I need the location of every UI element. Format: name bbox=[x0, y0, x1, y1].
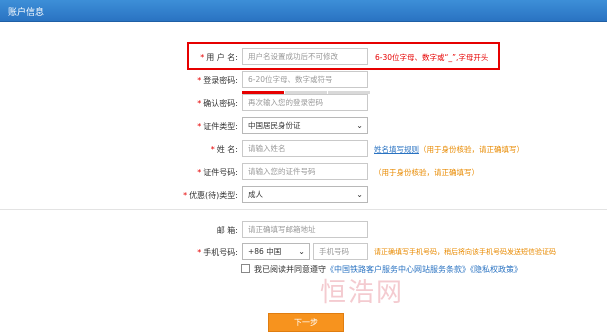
section-title: 账户信息 bbox=[8, 8, 45, 18]
phone-input[interactable]: 手机号码 bbox=[313, 243, 368, 260]
phone-label: * 手机号码: bbox=[197, 248, 238, 257]
name-input[interactable]: 请输入姓名 bbox=[242, 140, 368, 157]
privacy-link[interactable]: 《隐私权政策》 bbox=[470, 265, 522, 274]
email-input[interactable]: 请正确填写邮箱地址 bbox=[242, 221, 368, 238]
country-code-select[interactable]: +86 中国 ⌄ bbox=[242, 243, 310, 260]
password-label: * 登录密码: bbox=[197, 76, 238, 85]
chevron-down-icon: ⌄ bbox=[298, 247, 305, 256]
confirm-password-input[interactable]: 再次输入您的登录密码 bbox=[242, 94, 368, 111]
watermark-logo: 恒浩网 bbox=[320, 278, 405, 308]
chevron-down-icon: ⌄ bbox=[356, 190, 363, 199]
username-hint: 6-30位字母、数字或“_”,字母开头 bbox=[375, 53, 489, 62]
name-rules-link[interactable]: 姓名填写规则 bbox=[374, 145, 419, 154]
id-type-label: * 证件类型: bbox=[197, 122, 238, 131]
passenger-type-select[interactable]: 成人 ⌄ bbox=[242, 186, 368, 203]
username-label: * 用 户 名: bbox=[200, 53, 238, 62]
required-asterisk: * bbox=[200, 53, 205, 62]
section-header: 账户信息 bbox=[0, 0, 607, 22]
agree-checkbox[interactable] bbox=[241, 264, 250, 273]
password-input[interactable]: 6-20位字母、数字或符号 bbox=[242, 71, 368, 88]
id-number-input[interactable]: 请输入您的证件号码 bbox=[242, 163, 368, 180]
confirm-password-label: * 确认密码: bbox=[197, 99, 238, 108]
agreement-text: 我已阅读并同意遵守 bbox=[254, 265, 326, 274]
phone-hint: 请正确填写手机号码，稍后将向该手机号码发送短信验证码 bbox=[374, 248, 556, 256]
email-label: 邮 箱: bbox=[216, 226, 238, 235]
id-number-hint: （用于身份核验，请正确填写） bbox=[374, 168, 479, 177]
username-input[interactable]: 用户名设置成功后不可修改 bbox=[242, 48, 368, 65]
name-hint: 姓名填写规则（用于身份核验，请正确填写） bbox=[374, 145, 524, 154]
section-divider bbox=[0, 209, 607, 210]
chevron-down-icon: ⌄ bbox=[356, 121, 363, 130]
id-number-label: * 证件号码: bbox=[197, 168, 238, 177]
passenger-type-label: * 优惠(待)类型: bbox=[183, 191, 238, 200]
name-label: * 姓 名: bbox=[210, 145, 238, 154]
id-type-select[interactable]: 中国居民身份证 ⌄ bbox=[242, 117, 368, 134]
next-button[interactable]: 下一步 bbox=[268, 313, 344, 332]
